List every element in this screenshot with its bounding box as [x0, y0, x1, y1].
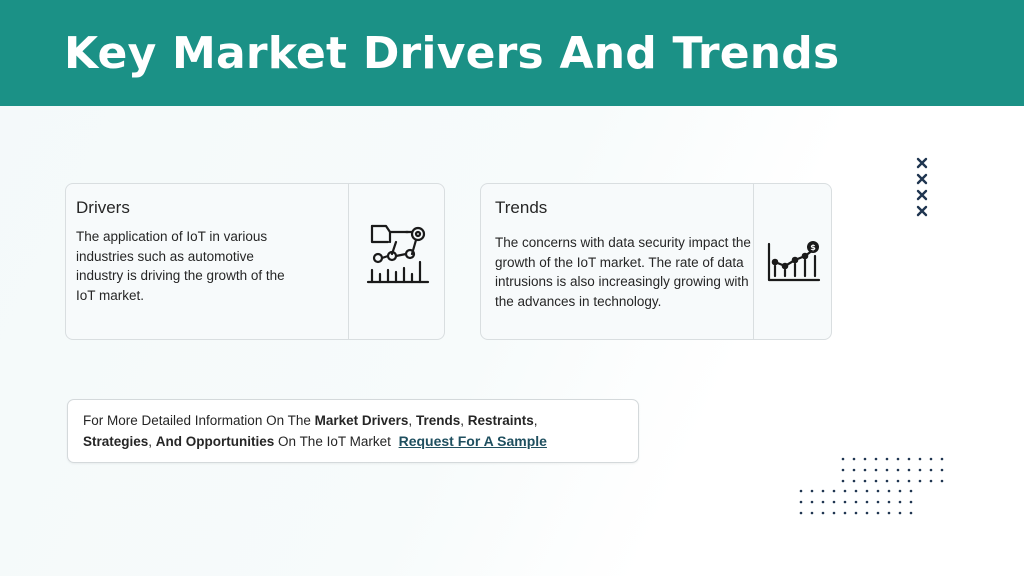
- x-pattern-decoration: [914, 156, 930, 220]
- request-sample-link[interactable]: Request For A Sample: [399, 433, 547, 449]
- page-title: Key Market Drivers And Trends: [64, 28, 840, 79]
- drivers-text: The application of IoT in various indust…: [76, 229, 285, 303]
- trends-text: Trends: [415, 413, 461, 428]
- trends-text: The concerns with data security impact t…: [495, 235, 751, 309]
- trends-card: Trends The concerns with data security i…: [480, 183, 832, 340]
- dot-grid-decoration: [840, 456, 952, 491]
- drivers-title: Drivers: [76, 198, 130, 217]
- svg-text:$: $: [810, 243, 816, 252]
- more-info-box: For More Detailed Information On The Mar…: [67, 399, 639, 463]
- restraints-text: Restraints: [467, 413, 534, 428]
- strategies-text: Strategies: [83, 434, 149, 449]
- header-banner: Key Market Drivers And Trends: [0, 0, 1024, 106]
- dot-grid-decoration: [798, 488, 922, 523]
- market-drivers-text: Market Drivers: [314, 413, 409, 428]
- drivers-card: Drivers The application of IoT in variou…: [65, 183, 445, 340]
- trends-title: Trends: [495, 198, 548, 217]
- more-info-text: For More Detailed Information On The Mar…: [83, 413, 547, 449]
- robotic-arm-chart-icon: [366, 220, 430, 291]
- growth-chart-dollar-icon: $: [765, 240, 821, 289]
- opportunities-text: And Opportunities: [155, 434, 275, 449]
